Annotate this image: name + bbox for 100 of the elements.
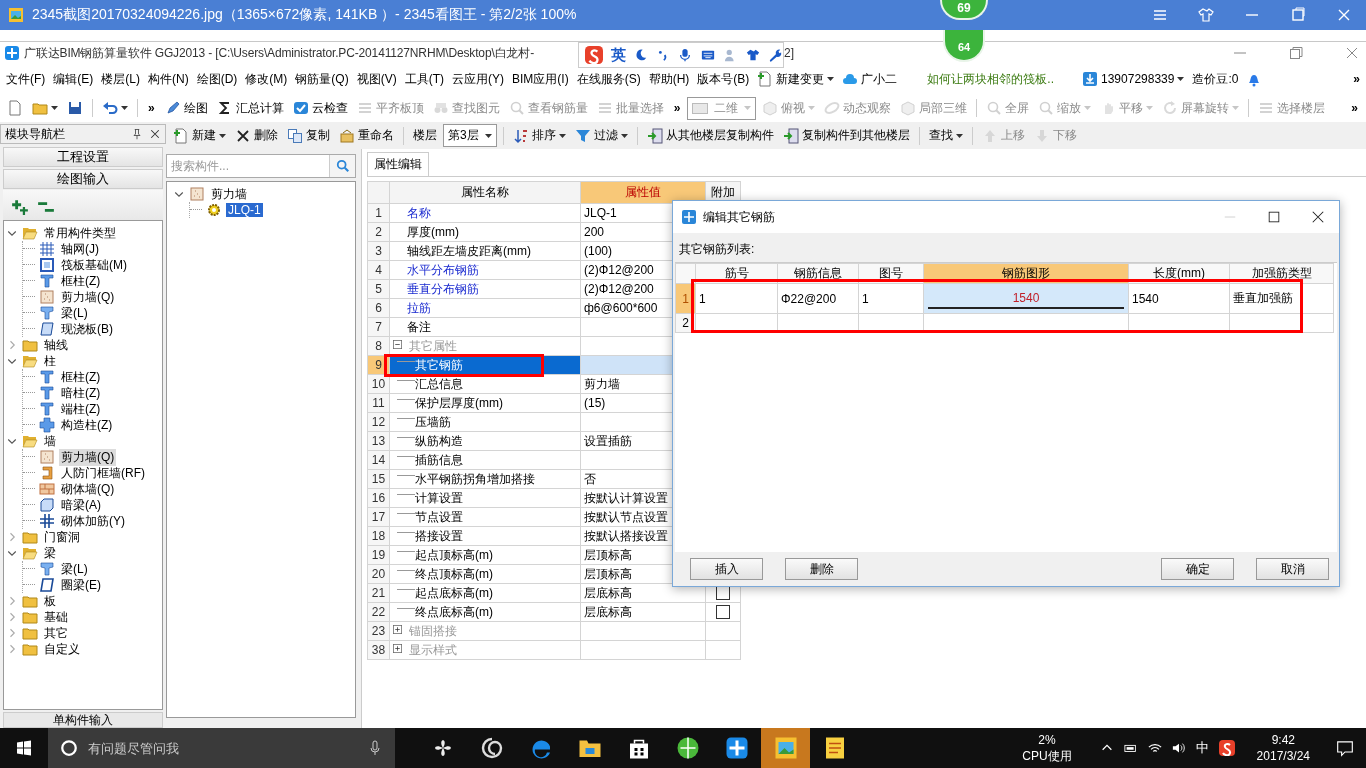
menu-item[interactable]: 编辑(E) [49, 70, 98, 88]
table-cell[interactable]: 1 [858, 283, 924, 314]
property-value[interactable]: 层底标高 [580, 602, 706, 622]
shirt-icon[interactable] [746, 48, 760, 62]
tree-item[interactable]: 常用构件类型 [42, 224, 118, 242]
toolbar-button[interactable]: 从其他楼层复制构件 [643, 125, 777, 146]
tree-item[interactable]: 轴网(J) [59, 240, 101, 258]
dialog-button[interactable]: 删除 [785, 558, 858, 580]
account-menu[interactable]: 13907298339 [1078, 71, 1189, 87]
tree-item[interactable]: 梁 [42, 544, 58, 562]
sogou-icon[interactable] [1218, 740, 1235, 756]
tree-item[interactable]: 剪力墙(Q) [59, 288, 117, 306]
tab[interactable]: 属性编辑 [367, 152, 429, 176]
dialog-button[interactable]: 插入 [690, 558, 763, 580]
tree-item[interactable]: 剪力墙(Q) [59, 448, 117, 466]
toolbar-button[interactable]: 过滤 [571, 125, 631, 146]
tree-item[interactable]: 柱 [42, 352, 58, 370]
clock[interactable]: 9:42 2017/3/24 [1256, 732, 1310, 764]
tree-item[interactable]: 框柱(Z) [59, 272, 103, 290]
tree-item[interactable]: 自定义 [42, 640, 82, 658]
restore-icon[interactable] [1288, 45, 1304, 61]
maximize-icon[interactable] [1290, 7, 1306, 23]
column-header[interactable]: 属性值 [580, 181, 706, 204]
maximize-icon[interactable] [1267, 210, 1281, 224]
menu-icon[interactable] [1152, 7, 1168, 23]
more-button[interactable]: » [1349, 72, 1364, 86]
tree-item[interactable]: 圈梁(E) [59, 576, 103, 594]
tree-item[interactable]: 砌体墙(Q) [59, 480, 117, 498]
table-cell[interactable]: 1540 [1128, 283, 1230, 314]
tree-item[interactable]: 砌体加筋(Y) [59, 512, 127, 530]
menu-item[interactable]: 修改(M) [241, 70, 292, 88]
tree-item[interactable]: 墙 [42, 432, 58, 450]
menu-item[interactable]: 视图(V) [352, 70, 401, 88]
menu-item[interactable]: 版本号(B) [693, 70, 754, 88]
tree-item[interactable]: 基础 [42, 608, 70, 626]
menu-item[interactable]: 构件(N) [144, 70, 193, 88]
menu-item[interactable]: 钢筋量(Q) [291, 70, 353, 88]
table-cell[interactable]: 1 [695, 283, 778, 314]
checkbox[interactable] [716, 605, 730, 619]
toolbar-button[interactable]: 绘图 [161, 97, 211, 119]
toolbar-button[interactable]: 复制构件到其他楼层 [779, 125, 913, 146]
menu-item[interactable]: 工具(T) [400, 70, 448, 88]
tree-item[interactable]: 梁(L) [59, 560, 90, 578]
menu-item[interactable]: 楼层(L) [97, 70, 144, 88]
expand-box-icon[interactable] [393, 625, 405, 637]
tree-item[interactable]: 框柱(Z) [59, 368, 103, 386]
dialog-button[interactable]: 确定 [1161, 558, 1234, 580]
toolbar-button[interactable]: 排序 [509, 125, 569, 146]
search-icon[interactable] [335, 159, 350, 173]
nav-button[interactable]: 单构件输入 [3, 712, 163, 728]
microphone-icon[interactable] [678, 48, 692, 62]
shirt-icon[interactable] [1198, 7, 1214, 23]
tree-item[interactable]: 暗梁(A) [59, 496, 103, 514]
tree-item[interactable]: 现浇板(B) [59, 320, 115, 338]
tree-item[interactable]: 暗柱(Z) [59, 384, 103, 402]
windows-icon[interactable] [16, 740, 32, 756]
wifi-icon[interactable] [1147, 741, 1162, 755]
toolbar-button[interactable]: 重命名 [336, 125, 397, 146]
more-button[interactable]: » [1347, 101, 1362, 115]
language-toggle[interactable]: 英 [611, 45, 626, 65]
tree-item[interactable]: 梁(L) [59, 304, 90, 322]
dialog-button[interactable]: 取消 [1256, 558, 1329, 580]
speaker-icon[interactable] [1171, 741, 1186, 755]
expand-all-icon[interactable] [11, 198, 29, 216]
close-icon[interactable] [1311, 210, 1325, 224]
search-box[interactable]: 搜索构件... [166, 154, 356, 178]
toolbar-button[interactable]: 删除 [232, 125, 281, 146]
microphone-icon[interactable] [367, 740, 383, 756]
tree-item[interactable]: 构造柱(Z) [59, 416, 115, 434]
tree-item[interactable]: JLQ-1 [226, 203, 263, 217]
search-box[interactable]: 有问题尽管问我 [48, 728, 395, 768]
dropdown[interactable]: 第3层 [443, 124, 497, 147]
wrench-icon[interactable] [768, 48, 782, 62]
toolbar-button[interactable]: 复制 [284, 125, 333, 146]
tree-item[interactable]: 其它 [42, 624, 70, 642]
moon-icon[interactable] [634, 48, 648, 62]
toolbar-button[interactable]: 云检查 [289, 97, 351, 119]
notification-icon[interactable] [1336, 739, 1354, 757]
table-cell[interactable]: 垂直加强筋 [1229, 283, 1334, 314]
menu-item[interactable]: BIM应用(I) [508, 70, 573, 88]
pin-icon[interactable] [131, 128, 143, 140]
tree-item[interactable]: 人防门框墙(RF) [59, 464, 147, 482]
menu-item[interactable]: 文件(F) [2, 70, 50, 88]
toolbar-button[interactable]: 查找 [925, 125, 966, 146]
input-language[interactable]: 中 [1195, 739, 1209, 757]
more-button[interactable]: » [669, 101, 685, 115]
tree-item[interactable]: 端柱(Z) [59, 400, 103, 418]
collapse-box-icon[interactable] [393, 340, 405, 352]
search-field[interactable]: 有问题尽管问我 [86, 739, 359, 757]
menu-item[interactable]: 在线服务(S) [572, 70, 645, 88]
tree-item[interactable]: 轴线 [42, 336, 70, 354]
menu-button[interactable]: 广小二 [838, 70, 902, 88]
menu-item[interactable]: 帮助(H) [644, 70, 694, 88]
tree-item[interactable]: 剪力墙 [209, 185, 249, 203]
tree-item[interactable]: 板 [42, 592, 58, 610]
more-button[interactable]: » [144, 101, 159, 115]
nav-button[interactable]: 绘图输入 [3, 169, 163, 189]
toolbar-button[interactable]: 汇总计算 [213, 97, 287, 119]
expand-box-icon[interactable] [393, 644, 405, 656]
menu-item[interactable]: 绘图(D) [192, 70, 242, 88]
